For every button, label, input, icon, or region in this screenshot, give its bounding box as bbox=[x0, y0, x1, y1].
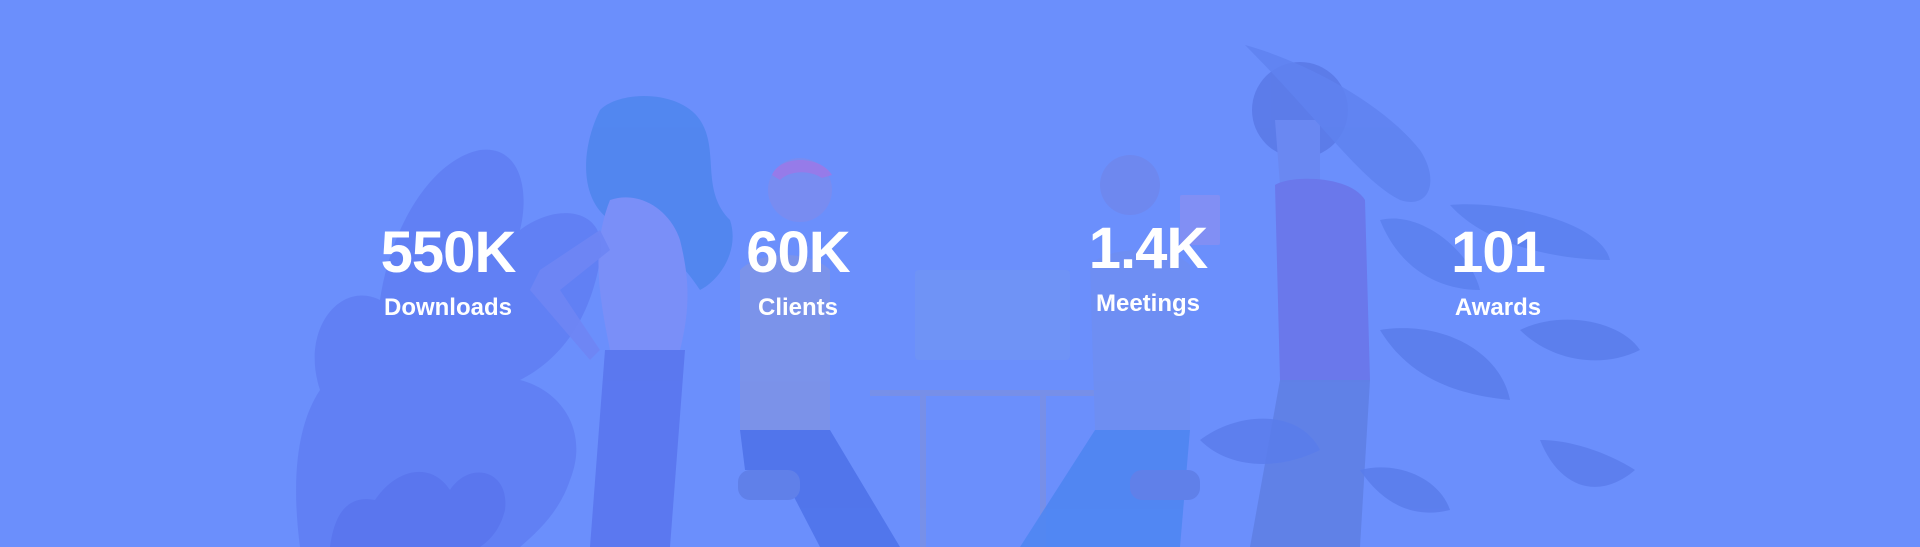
stat-label: Downloads bbox=[383, 294, 512, 321]
stat-awards: 101 Awards bbox=[1378, 224, 1618, 320]
stat-value: 60K bbox=[746, 220, 850, 285]
stat-downloads: 550K Downloads bbox=[328, 224, 568, 320]
stats-section: 550K Downloads 60K Clients 1.4K Meetings… bbox=[0, 0, 1920, 547]
stat-meetings: 1.4K Meetings bbox=[1028, 220, 1268, 316]
stat-value: 101 bbox=[1451, 220, 1546, 285]
stat-value: 1.4K bbox=[1088, 216, 1209, 281]
stat-label: Awards bbox=[1454, 294, 1542, 321]
stat-label: Clients bbox=[757, 294, 838, 321]
stat-label: Meetings bbox=[1095, 290, 1200, 317]
stat-value: 550K bbox=[380, 220, 517, 285]
stat-clients: 60K Clients bbox=[678, 224, 918, 320]
